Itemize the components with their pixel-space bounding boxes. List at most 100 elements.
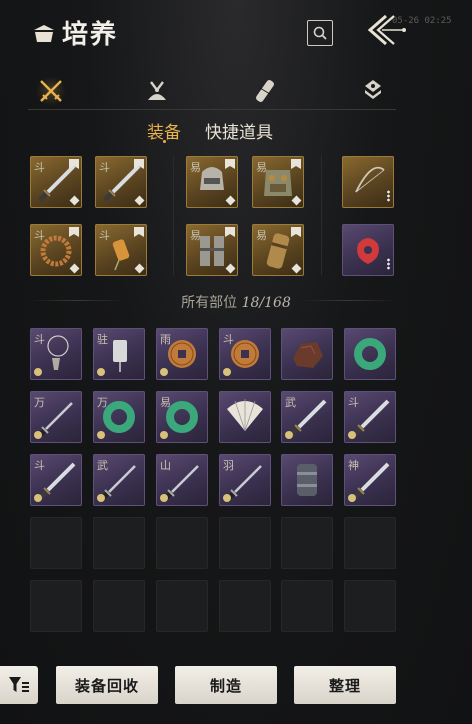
divider <box>173 155 174 275</box>
empty-slot[interactable] <box>156 580 208 632</box>
item-slot-blade[interactable]: 斗 <box>344 391 396 443</box>
empty-slot[interactable] <box>93 517 145 569</box>
set-label: 山 <box>160 459 171 472</box>
header: 培养 05-26 02:25 <box>0 0 472 66</box>
filter-button[interactable] <box>0 666 38 704</box>
set-label: 羽 <box>223 459 234 472</box>
item-slot-seal[interactable]: 驻 <box>93 328 145 380</box>
fan-icon <box>227 399 263 432</box>
item-slot-blade[interactable]: 斗 <box>95 156 147 208</box>
more-icon <box>387 190 390 202</box>
empty-slot[interactable] <box>281 580 333 632</box>
inventory-header: 所有部位 18/168 <box>0 292 472 312</box>
item-slot-jade-ring[interactable]: 易 <box>156 391 208 443</box>
page-title: 培养 <box>62 20 119 50</box>
item-slot-armor-arm[interactable]: 易 <box>252 224 304 276</box>
set-label: 易 <box>160 396 171 409</box>
search-icon <box>313 26 327 40</box>
set-label: 斗 <box>99 161 110 174</box>
tab-weapons[interactable] <box>36 76 66 106</box>
item-slot-sword[interactable]: 山 <box>156 454 208 506</box>
item-slot-sword[interactable]: 武 <box>93 454 145 506</box>
active-indicator <box>163 140 166 143</box>
quality-icon <box>34 431 42 439</box>
item-slot-bow[interactable] <box>342 156 394 208</box>
quality-icon <box>97 368 105 376</box>
item-slot-bead-bracelet[interactable]: 斗 <box>30 224 82 276</box>
divider <box>321 155 322 275</box>
tab-quick-items[interactable]: 快捷道具 <box>205 118 273 143</box>
set-label: 万 <box>97 396 108 409</box>
quality-icon <box>223 368 231 376</box>
item-slot-pendant[interactable]: 斗 <box>30 328 82 380</box>
empty-slot[interactable] <box>344 517 396 569</box>
quality-icon <box>160 494 168 502</box>
bundle-icon <box>148 81 166 100</box>
scroll-icon <box>256 80 274 102</box>
item-slot-blade[interactable]: 神 <box>344 454 396 506</box>
set-label: 雨 <box>160 333 171 346</box>
bracer-icon <box>297 464 317 496</box>
item-slot-sword[interactable]: 羽 <box>219 454 271 506</box>
empty-slot[interactable] <box>281 517 333 569</box>
set-label: 斗 <box>223 333 234 346</box>
item-slot-fan[interactable] <box>219 391 271 443</box>
empty-slot[interactable] <box>93 580 145 632</box>
tab-scrolls[interactable] <box>250 76 280 106</box>
set-label: 神 <box>348 459 359 472</box>
filter-icon <box>9 677 29 692</box>
set-label: 斗 <box>34 459 45 472</box>
quality-icon <box>97 431 105 439</box>
inventory-label: 所有部位 <box>181 295 238 311</box>
item-slot-sword[interactable]: 万 <box>30 391 82 443</box>
item-slot-armor-legs[interactable]: 易 <box>186 224 238 276</box>
tab-materials[interactable] <box>142 76 172 106</box>
empty-slot[interactable] <box>219 517 271 569</box>
pot-icon <box>34 25 54 42</box>
item-slot-blade[interactable]: 斗 <box>30 156 82 208</box>
item-slot-blade[interactable]: 斗 <box>30 454 82 506</box>
item-slot-coin[interactable]: 雨 <box>156 328 208 380</box>
item-slot-bracer[interactable] <box>281 454 333 506</box>
item-slot-jade-ring[interactable] <box>344 328 396 380</box>
quality-icon <box>348 494 356 502</box>
set-label: 斗 <box>34 161 45 174</box>
empty-slot[interactable] <box>30 580 82 632</box>
item-slot-ore[interactable] <box>281 328 333 380</box>
quality-icon <box>160 431 168 439</box>
item-slot-coin[interactable]: 斗 <box>219 328 271 380</box>
set-label: 易 <box>256 229 267 242</box>
tab-others[interactable] <box>358 76 388 106</box>
set-label: 万 <box>34 396 45 409</box>
back-icon[interactable] <box>362 12 412 48</box>
empty-slot[interactable] <box>30 517 82 569</box>
quality-icon <box>223 494 231 502</box>
item-slot-red-charm[interactable] <box>342 224 394 276</box>
set-label: 驻 <box>97 333 108 346</box>
empty-slot[interactable] <box>344 580 396 632</box>
empty-slot[interactable] <box>156 517 208 569</box>
quality-icon <box>34 368 42 376</box>
crossed-swords-icon <box>40 80 62 102</box>
set-label: 斗 <box>348 396 359 409</box>
quality-icon <box>285 431 293 439</box>
set-label: 易 <box>256 161 267 174</box>
more-icon <box>387 258 390 270</box>
craft-button[interactable]: 制造 <box>175 666 277 704</box>
search-button[interactable] <box>307 20 333 46</box>
sort-button[interactable]: 整理 <box>294 666 396 704</box>
set-label: 斗 <box>34 229 45 242</box>
item-slot-talisman[interactable]: 斗 <box>95 224 147 276</box>
empty-slot[interactable] <box>219 580 271 632</box>
item-slot-armor-chest[interactable]: 易 <box>252 156 304 208</box>
set-label: 斗 <box>99 229 110 242</box>
item-slot-armor-head[interactable]: 易 <box>186 156 238 208</box>
set-label: 易 <box>190 161 201 174</box>
category-tabs <box>28 72 396 110</box>
quality-icon <box>34 494 42 502</box>
item-slot-jade-ring[interactable]: 万 <box>93 391 145 443</box>
item-slot-blade[interactable]: 武 <box>281 391 333 443</box>
stacked-token-icon <box>365 80 381 99</box>
quality-icon <box>160 368 168 376</box>
recycle-button[interactable]: 装备回收 <box>56 666 158 704</box>
